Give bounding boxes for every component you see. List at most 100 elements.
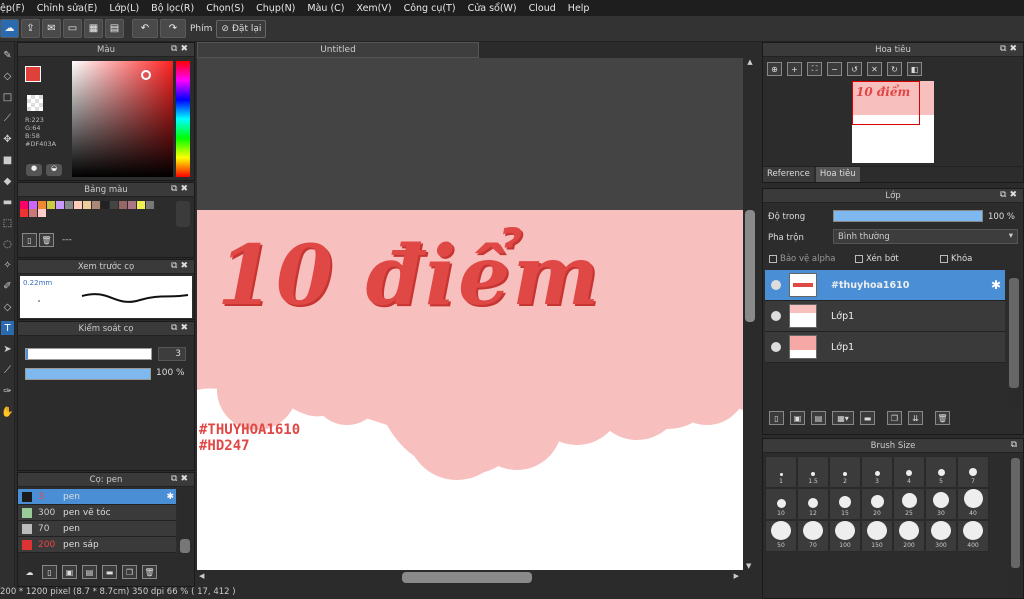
brush-list-scrollbar[interactable] [178,489,192,561]
brush-size-cell[interactable]: 7 [957,456,989,488]
bucket-icon[interactable]: ◆ [1,174,14,188]
pen-tool-icon[interactable]: ✎ [1,48,14,62]
primary-color-swatch[interactable] [25,66,41,82]
color-wheel-icon[interactable]: ◒ [46,164,62,176]
menu-layer[interactable]: Lớp(L) [103,3,145,14]
menu-window[interactable]: Cửa sổ(W) [462,3,523,14]
rotate-right-icon[interactable]: ↻ [887,62,902,76]
blend-mode-select[interactable]: Bình thường ▾ [833,229,1018,244]
layer-scrollbar[interactable] [1008,270,1020,408]
panel-controls-icon[interactable]: ⧉✖ [1000,190,1020,200]
brush-size-cell[interactable]: 4 [893,456,925,488]
palette-swatch[interactable] [56,201,64,209]
zoom-out-icon[interactable]: − [827,62,842,76]
brush-size-value[interactable]: 3 [158,347,186,361]
panel-controls-icon[interactable]: ⧉✖ [171,44,191,54]
zoom-icon[interactable]: ⊕ [767,62,782,76]
panel-controls-icon[interactable]: ⧉✖ [1000,44,1020,54]
delete-layer-icon[interactable]: 🗑 [935,411,950,425]
text-tool-icon[interactable]: T [1,321,14,335]
brush-size-slider[interactable] [25,348,152,360]
brush-size-cell[interactable]: 20 [861,488,893,520]
zoom-in-icon[interactable]: + [787,62,802,76]
color-mode-icon[interactable]: ● [26,164,42,176]
transparent-swatch[interactable] [27,95,43,111]
delete-palette-icon[interactable]: 🗑 [39,233,54,247]
scroll-up-icon[interactable]: ▲ [743,58,757,66]
operation-icon[interactable]: ➤ [1,342,14,356]
brush-size-cell[interactable]: 70 [797,520,829,552]
select-icon[interactable]: ⬚ [1,216,14,230]
navigator-thumbnail[interactable]: 10 điểm [852,81,934,163]
brush-size-cell[interactable]: 3 [861,456,893,488]
fill-rect-icon[interactable]: ■ [1,153,14,167]
rotate-left-icon[interactable]: ↺ [847,62,862,76]
gradient-icon[interactable]: ▬ [1,195,14,209]
palette-swatch[interactable] [101,201,109,209]
artwork-canvas[interactable]: 10 điểm #THUYHOA1610 #HD247 [197,210,743,570]
rect-select-icon[interactable]: □ [1,90,14,104]
menu-filter[interactable]: Bộ lọc(R) [145,3,200,14]
palette-swatch[interactable] [29,209,37,217]
panel-controls-icon[interactable]: ⧉✖ [171,261,191,271]
layer-row-lop1-b[interactable]: Lớp1 [765,332,1005,363]
duplicate-icon[interactable]: ❐ [122,565,137,579]
select-pen-icon[interactable]: ✐ [1,279,14,293]
palette-swatch[interactable] [38,201,46,209]
eraser-tool-icon[interactable]: ◇ [1,69,14,83]
undo-icon[interactable]: ↶ [132,19,158,38]
gear-icon[interactable]: ✱ [166,492,174,502]
flip-icon[interactable]: ◧ [907,62,922,76]
settings-panel-icon[interactable]: ▤ [105,19,124,38]
document-tab[interactable]: Untitled [197,42,479,58]
layer-row-lop1-a[interactable]: Lớp1 [765,301,1005,332]
new-brush-icon[interactable]: ▯ [42,565,57,579]
protect-alpha-checkbox[interactable]: Bảo vệ alpha [769,254,835,264]
brush-size-cell[interactable]: 12 [797,488,829,520]
scroll-down-icon[interactable]: ▼ [746,562,751,570]
new-layer-type-icon[interactable]: ▣ [790,411,805,425]
merge-layer-icon[interactable]: ⇊ [908,411,923,425]
palette-swatch[interactable] [92,201,100,209]
brush-item-pen-2[interactable]: 70 pen [18,521,176,537]
cloud-brush-icon[interactable]: ☁ [22,565,37,579]
brush-size-cell[interactable]: 30 [925,488,957,520]
palette-swatch[interactable] [38,209,46,217]
hue-slider[interactable] [176,61,190,177]
brush-size-cell[interactable]: 400 [957,520,989,552]
palette-swatch[interactable] [110,201,118,209]
brush-type-icon[interactable]: ▣ [62,565,77,579]
palette-swatch[interactable] [83,201,91,209]
reset-view-icon[interactable]: ✕ [867,62,882,76]
folder-icon[interactable]: ▬ [102,565,117,579]
brush-item-crayon[interactable]: 200 pen sáp [18,537,176,553]
eyedropper-icon[interactable]: ⟋ [1,363,14,377]
menu-cloud[interactable]: Cloud [523,3,562,14]
redo-icon[interactable]: ↷ [160,19,186,38]
brush-size-cell[interactable]: 200 [893,520,925,552]
menu-help[interactable]: Help [562,3,596,14]
canvas-horizontal-thumb[interactable] [402,572,532,583]
magic-wand-icon[interactable]: ✧ [1,258,14,272]
layer-row-thuyhoa[interactable]: #thuyhoa1610 ✱ [765,270,1005,301]
palette-swatch[interactable] [47,201,55,209]
panel-controls-icon[interactable]: ⧉ [1011,440,1020,450]
scroll-right-icon[interactable]: ▶ [734,572,739,580]
layer-opacity-slider[interactable] [833,210,983,222]
export-icon[interactable]: ⇪ [21,19,40,38]
add-layer-icon[interactable]: ▤ [811,411,826,425]
layer-menu-icon[interactable]: ▦▾ [832,411,854,425]
brush-size-cell[interactable]: 40 [957,488,989,520]
brush-size-cell[interactable]: 1 [765,456,797,488]
palette-swatch[interactable] [119,201,127,209]
navigator-viewport[interactable] [852,81,920,125]
saturation-value-picker[interactable] [72,61,173,177]
panel-controls-icon[interactable]: ⧉✖ [171,184,191,194]
brush-size-cell[interactable]: 15 [829,488,861,520]
new-layer-icon[interactable]: ▯ [769,411,784,425]
palette-swatch[interactable] [20,201,28,209]
brush-settings-icon[interactable]: ▤ [82,565,97,579]
palette-swatch[interactable] [128,201,136,209]
palette-swatch[interactable] [74,201,82,209]
brush-size-cell[interactable]: 2 [829,456,861,488]
